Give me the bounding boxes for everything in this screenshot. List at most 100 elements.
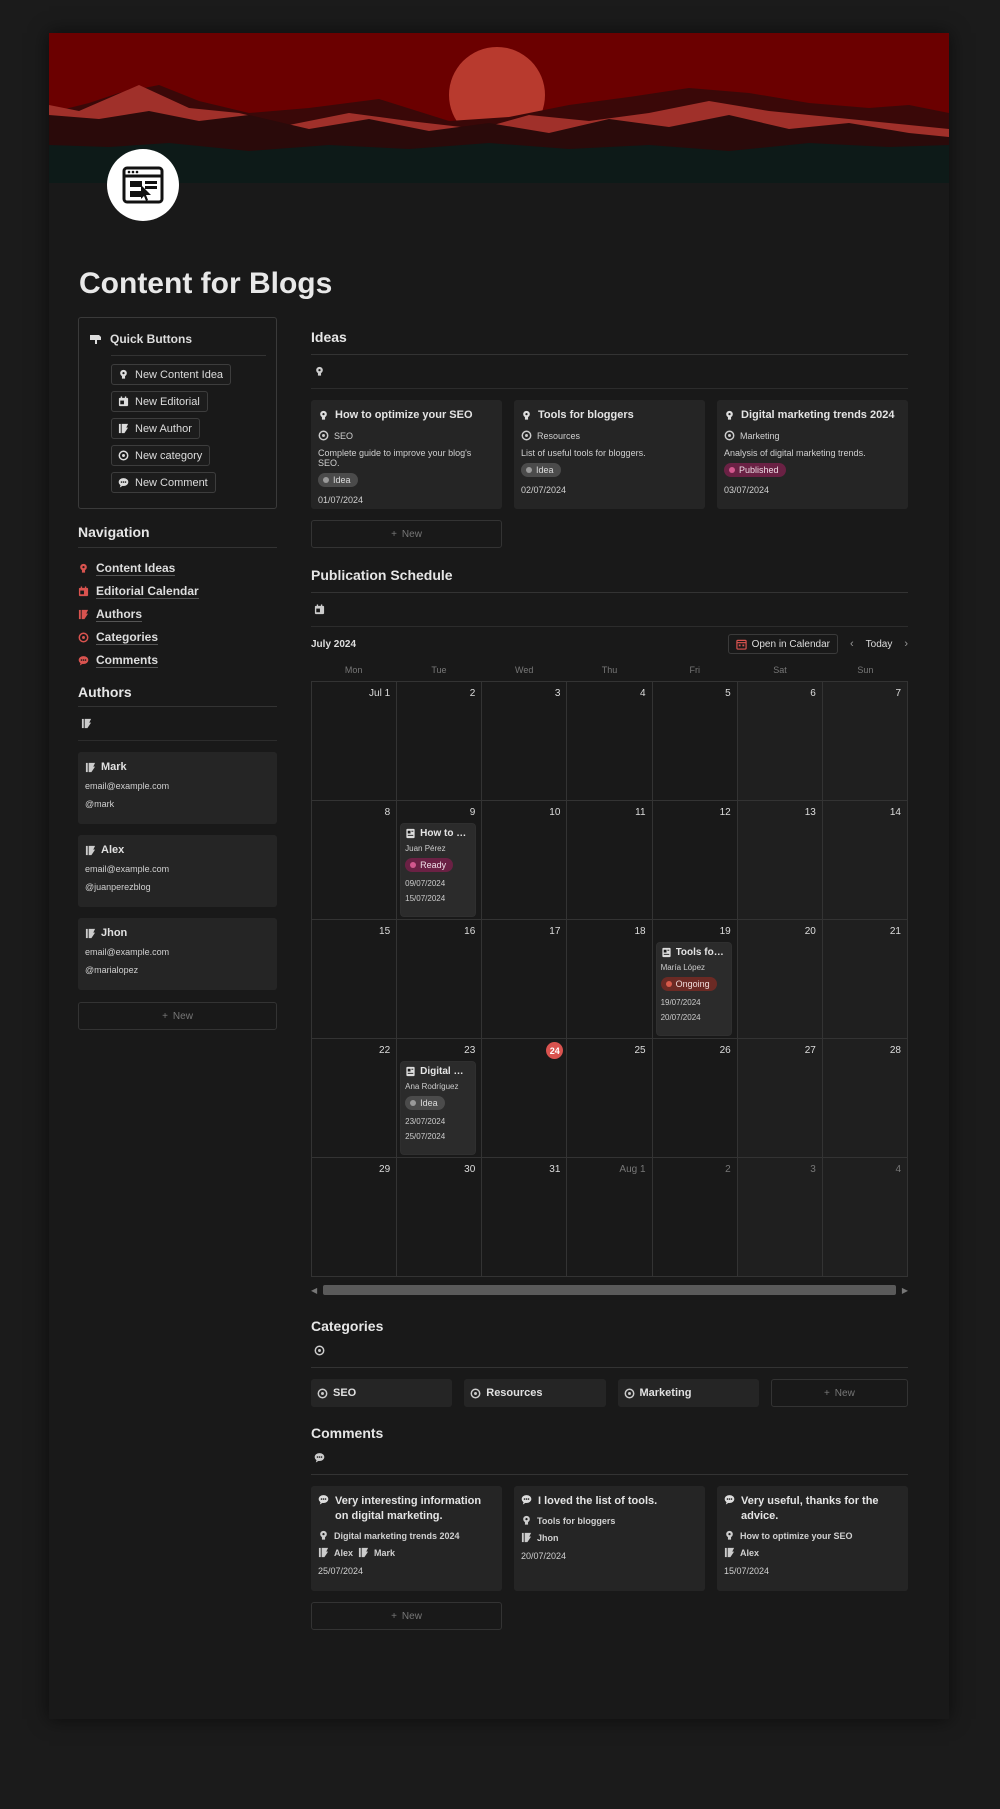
- calendar-day-cell[interactable]: 20: [737, 920, 823, 1039]
- schedule-title: Publication Schedule: [311, 567, 453, 583]
- calendar-day-cell[interactable]: 17: [482, 920, 568, 1039]
- calendar-day-cell[interactable]: 21: [822, 920, 908, 1039]
- calendar-event[interactable]: Digital marketing trends 2024 Ana Rodrígu…: [401, 1062, 476, 1154]
- calendar-day-cell[interactable]: 7: [822, 682, 908, 801]
- calendar-day-cell[interactable]: 28: [822, 1039, 908, 1158]
- calendar-day-cell[interactable]: 16: [397, 920, 483, 1039]
- quick-button-3[interactable]: New category: [111, 445, 211, 466]
- comment-card[interactable]: Very interesting information on digital …: [311, 1486, 502, 1591]
- calendar-day-cell[interactable]: 2: [397, 682, 483, 801]
- calendar-day-cell[interactable]: 4: [567, 682, 653, 801]
- nav-item[interactable]: Categories: [78, 626, 277, 649]
- categories-new-button[interactable]: + New: [770, 1379, 908, 1407]
- calendar-day-cell[interactable]: Jul 1: [312, 682, 398, 801]
- authors-new-button[interactable]: + New: [78, 1002, 277, 1030]
- calendar-day-cell[interactable]: 27: [737, 1039, 823, 1158]
- comment-author[interactable]: Alex: [740, 1548, 759, 1558]
- calendar-day-cell[interactable]: 23 Digital marketing trends 2024 Ana Rodrí…: [397, 1039, 483, 1158]
- horizontal-scrollbar[interactable]: ◀ ▶: [311, 1280, 908, 1300]
- nav-item[interactable]: Editorial Calendar: [78, 580, 277, 603]
- calendar-day-cell[interactable]: 13: [737, 801, 823, 920]
- nav-item[interactable]: Authors: [78, 603, 277, 626]
- calendar-day-cell[interactable]: 9 How to optimize your SEO Juan Pérez Ready…: [397, 801, 483, 920]
- comments-new-button[interactable]: + New: [311, 1602, 502, 1630]
- comments-db-icon-row: [311, 1441, 908, 1475]
- comment-author[interactable]: Jhon: [537, 1533, 559, 1543]
- comment-idea-link[interactable]: Tools for bloggers: [537, 1516, 615, 1526]
- day-number: 11: [635, 807, 646, 818]
- comment-card[interactable]: I loved the list of tools. Tools for blog…: [514, 1486, 705, 1591]
- idea-category: Resources: [537, 430, 581, 441]
- calendar-day-cell[interactable]: 15: [312, 920, 398, 1039]
- author-card[interactable]: Alex email@example.com @juanperezblog: [78, 835, 277, 907]
- category-card[interactable]: Marketing: [617, 1379, 759, 1407]
- idea-description: Analysis of digital marketing trends.: [724, 448, 866, 458]
- comment-idea-link[interactable]: How to optimize your SEO: [740, 1531, 853, 1541]
- category-card[interactable]: Resources: [464, 1379, 606, 1407]
- quick-button-1[interactable]: New Editorial: [111, 391, 208, 412]
- calendar-day-cell[interactable]: 24: [482, 1039, 568, 1158]
- author-card[interactable]: Mark email@example.com @mark: [78, 752, 277, 824]
- idea-title: Digital marketing trends 2024: [741, 409, 895, 421]
- next-month-chevron-icon[interactable]: ›: [904, 638, 908, 650]
- calendar-day-cell[interactable]: 25: [567, 1039, 653, 1158]
- comment-author[interactable]: Alex: [334, 1548, 353, 1558]
- comment-idea-link[interactable]: Digital marketing trends 2024: [334, 1531, 460, 1541]
- idea-card[interactable]: Digital marketing trends 2024 Marketing An…: [717, 400, 908, 509]
- calendar-day-cell[interactable]: 6: [737, 682, 823, 801]
- category-card[interactable]: SEO: [311, 1379, 453, 1407]
- calendar-event[interactable]: Tools for bloggers María López Ongoing 19/0…: [656, 943, 731, 1035]
- calendar-day-cell[interactable]: 2: [652, 1158, 738, 1277]
- author-card[interactable]: Jhon email@example.com @marialopez: [78, 918, 277, 990]
- scrollbar-thumb[interactable]: [323, 1285, 896, 1295]
- weekday-label: Tue: [431, 665, 447, 675]
- calendar-day-cell[interactable]: 26: [652, 1039, 738, 1158]
- cover-image[interactable]: [49, 33, 949, 183]
- day-number: 10: [549, 807, 561, 818]
- calendar-icon: [118, 396, 129, 407]
- calendar-day-cell[interactable]: 11: [567, 801, 653, 920]
- quick-button-0[interactable]: New Content Idea: [111, 364, 232, 385]
- open-in-calendar-button[interactable]: Open in Calendar: [727, 634, 838, 654]
- calendar-day-cell[interactable]: 8: [312, 801, 398, 920]
- quick-button-4[interactable]: New Comment: [111, 472, 216, 493]
- calendar-day-cell[interactable]: 10: [482, 801, 568, 920]
- scroll-right-arrow-icon[interactable]: ▶: [902, 1286, 908, 1295]
- page-icon[interactable]: [107, 149, 179, 221]
- calendar-day-cell[interactable]: 5: [652, 682, 738, 801]
- calendar-day-cell[interactable]: 3: [482, 682, 568, 801]
- event-start-date: 19/07/2024: [660, 998, 701, 1007]
- status-badge: Idea: [318, 473, 358, 487]
- calendar-day-cell[interactable]: 4: [822, 1158, 908, 1277]
- comment-author[interactable]: Mark: [374, 1548, 395, 1558]
- idea-card[interactable]: Tools for bloggers Resources List of usefu…: [514, 400, 705, 509]
- calendar-month: July 2024: [311, 638, 357, 650]
- calendar-day-cell[interactable]: 29: [312, 1158, 398, 1277]
- calendar-day-cell[interactable]: Aug 1: [567, 1158, 653, 1277]
- right-column: Ideas How to optimize your SEO SEO Complet…: [311, 317, 908, 1630]
- calendar-event[interactable]: How to optimize your SEO Juan Pérez Ready 0…: [401, 824, 476, 916]
- quill-icon: [358, 1547, 369, 1558]
- day-number: 29: [379, 1164, 391, 1175]
- calendar-day-cell[interactable]: 30: [397, 1158, 483, 1277]
- today-button[interactable]: Today: [866, 639, 893, 650]
- comment-card[interactable]: Very useful, thanks for the advice. How t…: [717, 1486, 908, 1591]
- calendar-day-cell[interactable]: 19 Tools for bloggers María López Ongoing 19…: [652, 920, 738, 1039]
- idea-card[interactable]: How to optimize your SEO SEO Complete guid…: [311, 400, 502, 509]
- quick-button-2[interactable]: New Author: [111, 418, 200, 439]
- calendar-day-cell[interactable]: 3: [737, 1158, 823, 1277]
- author-handle: @marialopez: [85, 965, 139, 975]
- idea-category: SEO: [334, 430, 354, 441]
- ideas-new-button[interactable]: + New: [311, 520, 502, 548]
- scroll-left-arrow-icon[interactable]: ◀: [311, 1286, 317, 1295]
- target-icon: [78, 632, 89, 643]
- prev-month-chevron-icon[interactable]: ‹: [850, 638, 854, 650]
- calendar-day-cell[interactable]: 12: [652, 801, 738, 920]
- calendar-day-cell[interactable]: 18: [567, 920, 653, 1039]
- nav-item[interactable]: Content Ideas: [78, 557, 277, 580]
- calendar-day-cell[interactable]: 14: [822, 801, 908, 920]
- calendar-day-cell[interactable]: 31: [482, 1158, 568, 1277]
- nav-item[interactable]: Comments: [78, 649, 277, 672]
- lightbulb-icon: [78, 563, 89, 574]
- calendar-day-cell[interactable]: 22: [312, 1039, 398, 1158]
